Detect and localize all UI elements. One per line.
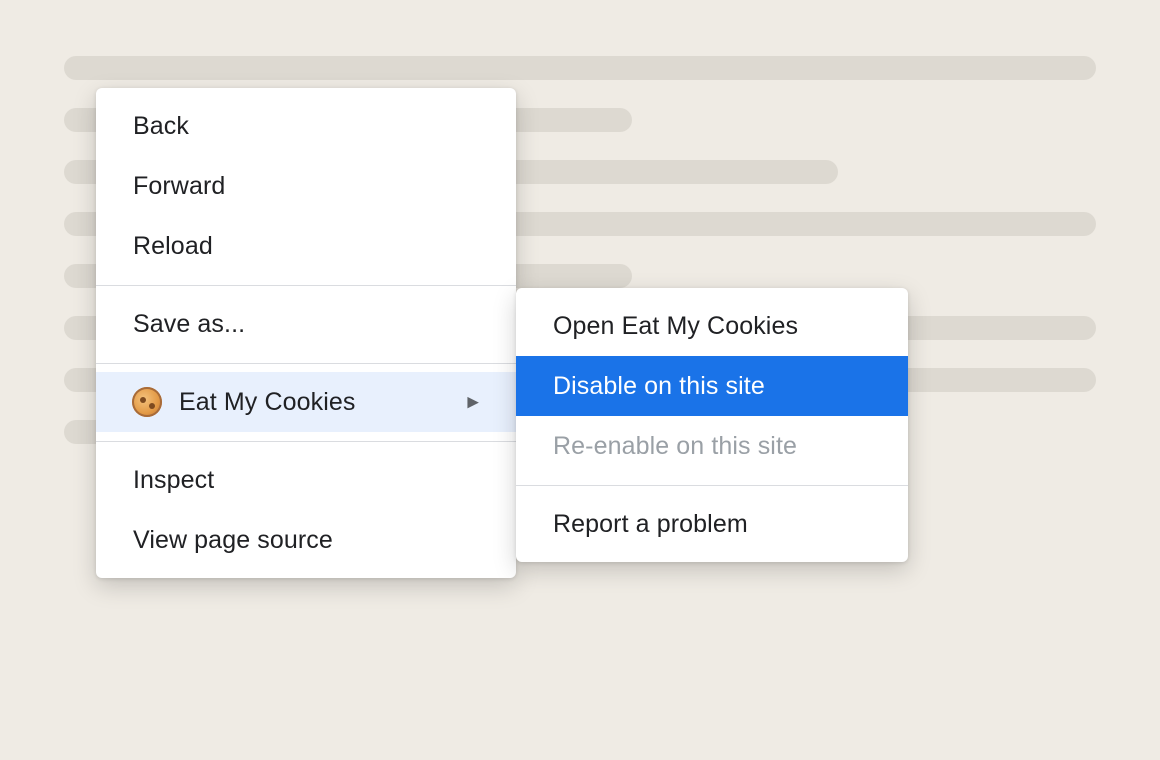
menu-item-label: Re-enable on this site bbox=[553, 431, 798, 460]
menu-item-label: Eat My Cookies bbox=[179, 387, 356, 416]
submenu-item-report-problem[interactable]: Report a problem bbox=[516, 494, 908, 554]
submenu-item-disable-on-site[interactable]: Disable on this site bbox=[516, 356, 908, 416]
menu-item-back[interactable]: Back bbox=[96, 96, 516, 156]
menu-item-inspect[interactable]: Inspect bbox=[96, 450, 516, 510]
menu-item-label: Save as... bbox=[133, 309, 246, 338]
submenu-arrow-icon: ▶ bbox=[467, 393, 479, 411]
context-menu: Back Forward Reload Save as... Eat My Co… bbox=[96, 88, 516, 578]
menu-item-label: Open Eat My Cookies bbox=[553, 311, 799, 340]
menu-separator bbox=[516, 476, 908, 494]
placeholder-text-line bbox=[64, 56, 1096, 80]
menu-item-label: Forward bbox=[133, 171, 226, 200]
menu-separator bbox=[96, 276, 516, 294]
menu-item-label: Disable on this site bbox=[553, 371, 765, 400]
cookie-icon bbox=[132, 387, 162, 417]
submenu-item-re-enable-on-site: Re-enable on this site bbox=[516, 416, 908, 476]
menu-item-reload[interactable]: Reload bbox=[96, 216, 516, 276]
menu-item-label: Inspect bbox=[133, 465, 215, 494]
menu-item-label: Reload bbox=[133, 231, 213, 260]
menu-item-label: Report a problem bbox=[553, 509, 748, 538]
menu-item-label: Back bbox=[133, 111, 189, 140]
menu-item-eat-my-cookies[interactable]: Eat My Cookies ▶ bbox=[96, 372, 516, 432]
submenu-item-open-eat-my-cookies[interactable]: Open Eat My Cookies bbox=[516, 296, 908, 356]
menu-item-label: View page source bbox=[133, 525, 333, 554]
menu-separator bbox=[96, 432, 516, 450]
menu-item-save-as[interactable]: Save as... bbox=[96, 294, 516, 354]
menu-item-forward[interactable]: Forward bbox=[96, 156, 516, 216]
menu-separator bbox=[96, 354, 516, 372]
extension-submenu: Open Eat My Cookies Disable on this site… bbox=[516, 288, 908, 562]
menu-item-view-page-source[interactable]: View page source bbox=[96, 510, 516, 570]
